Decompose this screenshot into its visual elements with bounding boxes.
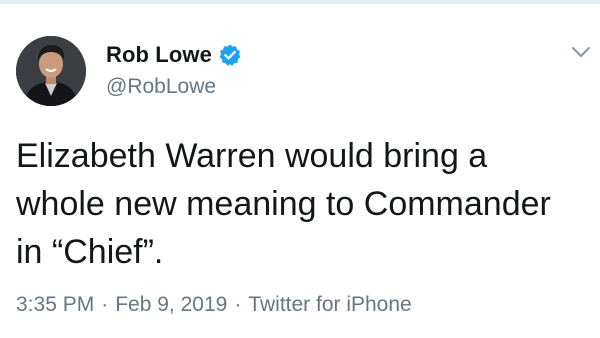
tweet-time[interactable]: 3:35 PM	[16, 293, 94, 317]
tweet-source[interactable]: Twitter for iPhone	[248, 293, 411, 317]
author-name-row: Rob Lowe	[106, 42, 242, 68]
tweet-metadata: 3:35 PM · Feb 9, 2019 · Twitter for iPho…	[16, 293, 412, 317]
handle[interactable]: @RobLowe	[106, 75, 216, 99]
verified-badge-icon	[218, 43, 242, 67]
separator-dot: ·	[234, 293, 242, 316]
tweet-date[interactable]: Feb 9, 2019	[115, 293, 227, 317]
separator-dot: ·	[101, 293, 109, 316]
avatar[interactable]	[16, 36, 86, 106]
chevron-down-icon[interactable]	[570, 44, 592, 60]
display-name[interactable]: Rob Lowe	[106, 42, 212, 68]
tweet-card: Rob Lowe @RobLowe Elizabeth Warren would…	[0, 0, 600, 338]
avatar-photo	[16, 36, 86, 106]
tweet-text: Elizabeth Warren would bring a whole new…	[16, 137, 551, 271]
